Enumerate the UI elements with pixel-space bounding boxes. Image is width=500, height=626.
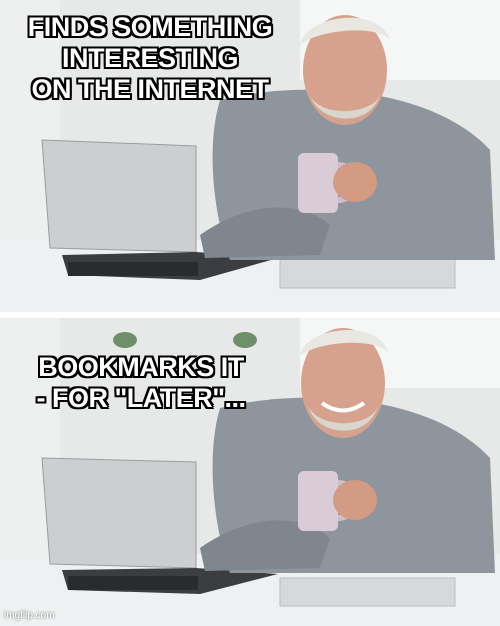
top-caption: FINDS SOMETHING INTERESTING ON THE INTER… (0, 12, 300, 105)
bottom-caption: BOOKMARKS IT - FOR "LATER"... (6, 352, 276, 414)
top-caption-line-3: ON THE INTERNET (31, 74, 269, 104)
meme-image: FINDS SOMETHING INTERESTING ON THE INTER… (0, 0, 500, 626)
bottom-caption-line-2: - FOR "LATER"... (36, 383, 246, 413)
watermark: imgflip.com (4, 610, 55, 621)
top-caption-line-2: INTERESTING (61, 43, 239, 73)
bottom-caption-line-1: BOOKMARKS IT (38, 352, 244, 382)
top-caption-line-1: FINDS SOMETHING (27, 12, 273, 42)
